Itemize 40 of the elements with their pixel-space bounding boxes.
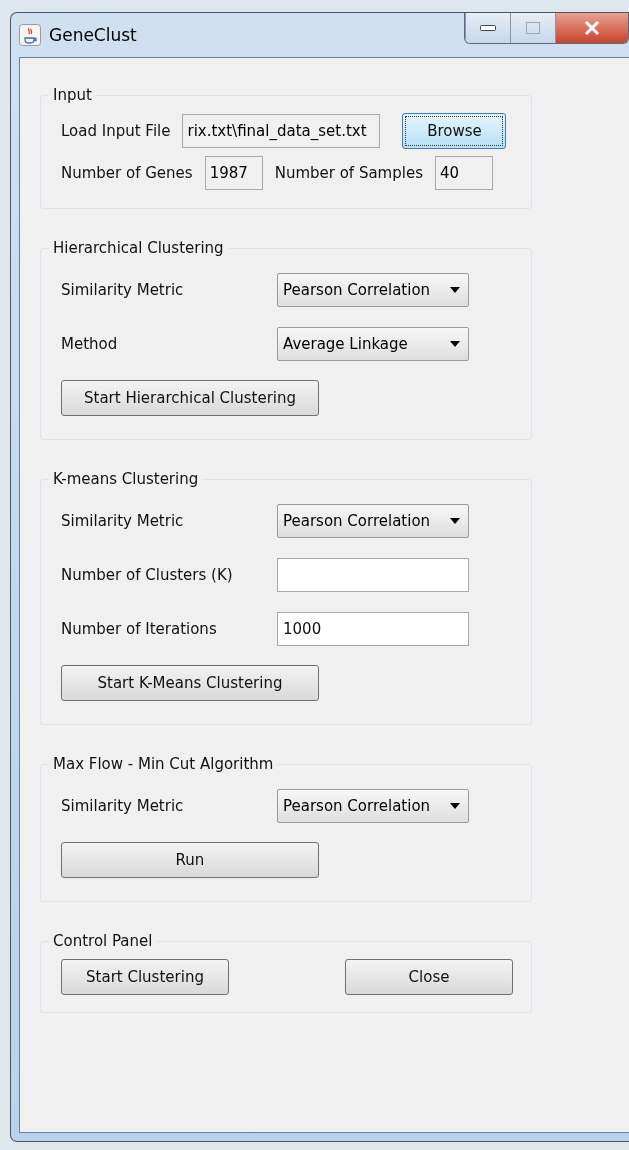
group-title: Input (52, 86, 93, 104)
caret-icon (450, 287, 460, 293)
java-cup-icon (19, 24, 41, 46)
button[interactable]: Start Hierarchical Clustering (61, 380, 319, 416)
button[interactable]: Start K-Means Clustering (61, 665, 319, 701)
minimize-button[interactable] (465, 13, 510, 43)
button[interactable]: Close (345, 959, 513, 995)
readonly-field: rix.txt\final_data_set.txt (182, 114, 381, 148)
field-label: Number of Clusters (K) (61, 566, 234, 584)
field-label: Number of Samples (274, 164, 423, 182)
field-label: Number of Iterations (61, 620, 218, 638)
close-icon (584, 21, 600, 35)
input-field[interactable] (277, 558, 469, 592)
minimize-icon (480, 25, 496, 31)
field-label: Method (61, 335, 119, 353)
button[interactable]: Browse (402, 113, 507, 149)
group-title: Control Panel (52, 932, 154, 950)
readonly-field: 1987 (204, 156, 263, 190)
button[interactable]: Start Clustering (61, 959, 229, 995)
close-button[interactable] (555, 13, 628, 43)
window-title: GeneClust (49, 25, 137, 45)
group-title: Hierarchical Clustering (52, 239, 225, 257)
field-label: Load Input File (61, 122, 171, 140)
caret-icon (450, 518, 460, 524)
readonly-field: 40 (434, 156, 493, 190)
group-title: K-means Clustering (52, 470, 200, 488)
dropdown[interactable]: Pearson Correlation (277, 504, 469, 538)
maximize-icon (526, 22, 540, 34)
dropdown[interactable]: Pearson Correlation (277, 273, 469, 307)
dropdown[interactable]: Pearson Correlation (277, 789, 469, 823)
button[interactable]: Run (61, 842, 319, 878)
dropdown[interactable]: Average Linkage (277, 327, 469, 361)
caret-icon (450, 341, 460, 347)
group-title: Max Flow - Min Cut Algorithm (52, 755, 275, 773)
caret-icon (450, 803, 460, 809)
field-label: Number of Genes (61, 164, 193, 182)
field-label: Similarity Metric (61, 281, 185, 299)
field-label: Similarity Metric (61, 512, 185, 530)
field-label: Similarity Metric (61, 797, 185, 815)
input-field[interactable]: 1000 (277, 612, 469, 646)
